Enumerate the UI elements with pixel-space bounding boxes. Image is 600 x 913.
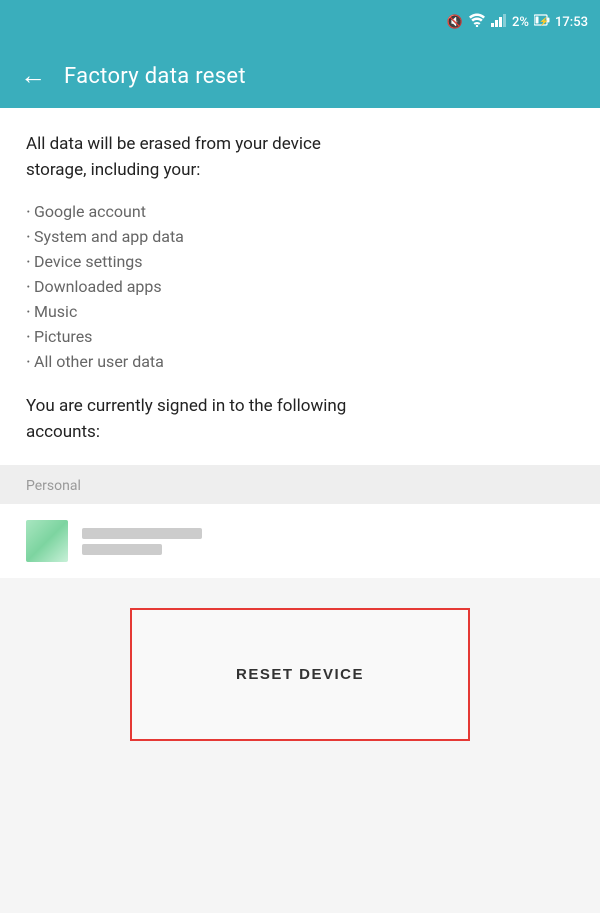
- list-item: Device settings: [26, 249, 574, 274]
- redacted-email: [82, 528, 202, 539]
- time-display: 17:53: [555, 15, 588, 30]
- signal-icon: [491, 13, 507, 31]
- account-info: [82, 528, 202, 555]
- list-item: Pictures: [26, 324, 574, 349]
- reset-device-button[interactable]: RESET DEVICE: [130, 608, 470, 741]
- page-wrapper: 🔇 2%: [0, 0, 600, 913]
- mute-icon: 🔇: [447, 15, 463, 30]
- account-row: [0, 504, 600, 578]
- list-item: Downloaded apps: [26, 274, 574, 299]
- status-bar: 🔇 2%: [0, 0, 600, 44]
- list-item: System and app data: [26, 224, 574, 249]
- wifi-icon: [468, 13, 486, 31]
- battery-percent: 2%: [512, 15, 529, 30]
- redacted-name: [82, 544, 162, 555]
- svg-text:⚡: ⚡: [539, 16, 549, 26]
- erased-items-list: Google account System and app data Devic…: [26, 199, 574, 374]
- list-item: All other user data: [26, 349, 574, 374]
- button-area: RESET DEVICE: [0, 578, 600, 781]
- bottom-fill: [0, 781, 600, 913]
- main-content: All data will be erased from your device…: [0, 108, 600, 465]
- page-title: Factory data reset: [64, 64, 246, 89]
- personal-section-header: Personal: [0, 465, 600, 504]
- top-bar: ← Factory data reset: [0, 44, 600, 108]
- back-button[interactable]: ←: [20, 63, 46, 89]
- battery-icon: ⚡: [534, 14, 550, 30]
- status-icons: 🔇 2%: [447, 13, 588, 31]
- signed-in-text: You are currently signed in to the follo…: [26, 394, 574, 445]
- description-text: All data will be erased from your device…: [26, 132, 574, 183]
- list-item: Google account: [26, 199, 574, 224]
- list-item: Music: [26, 299, 574, 324]
- personal-label: Personal: [26, 478, 81, 494]
- account-avatar: [26, 520, 68, 562]
